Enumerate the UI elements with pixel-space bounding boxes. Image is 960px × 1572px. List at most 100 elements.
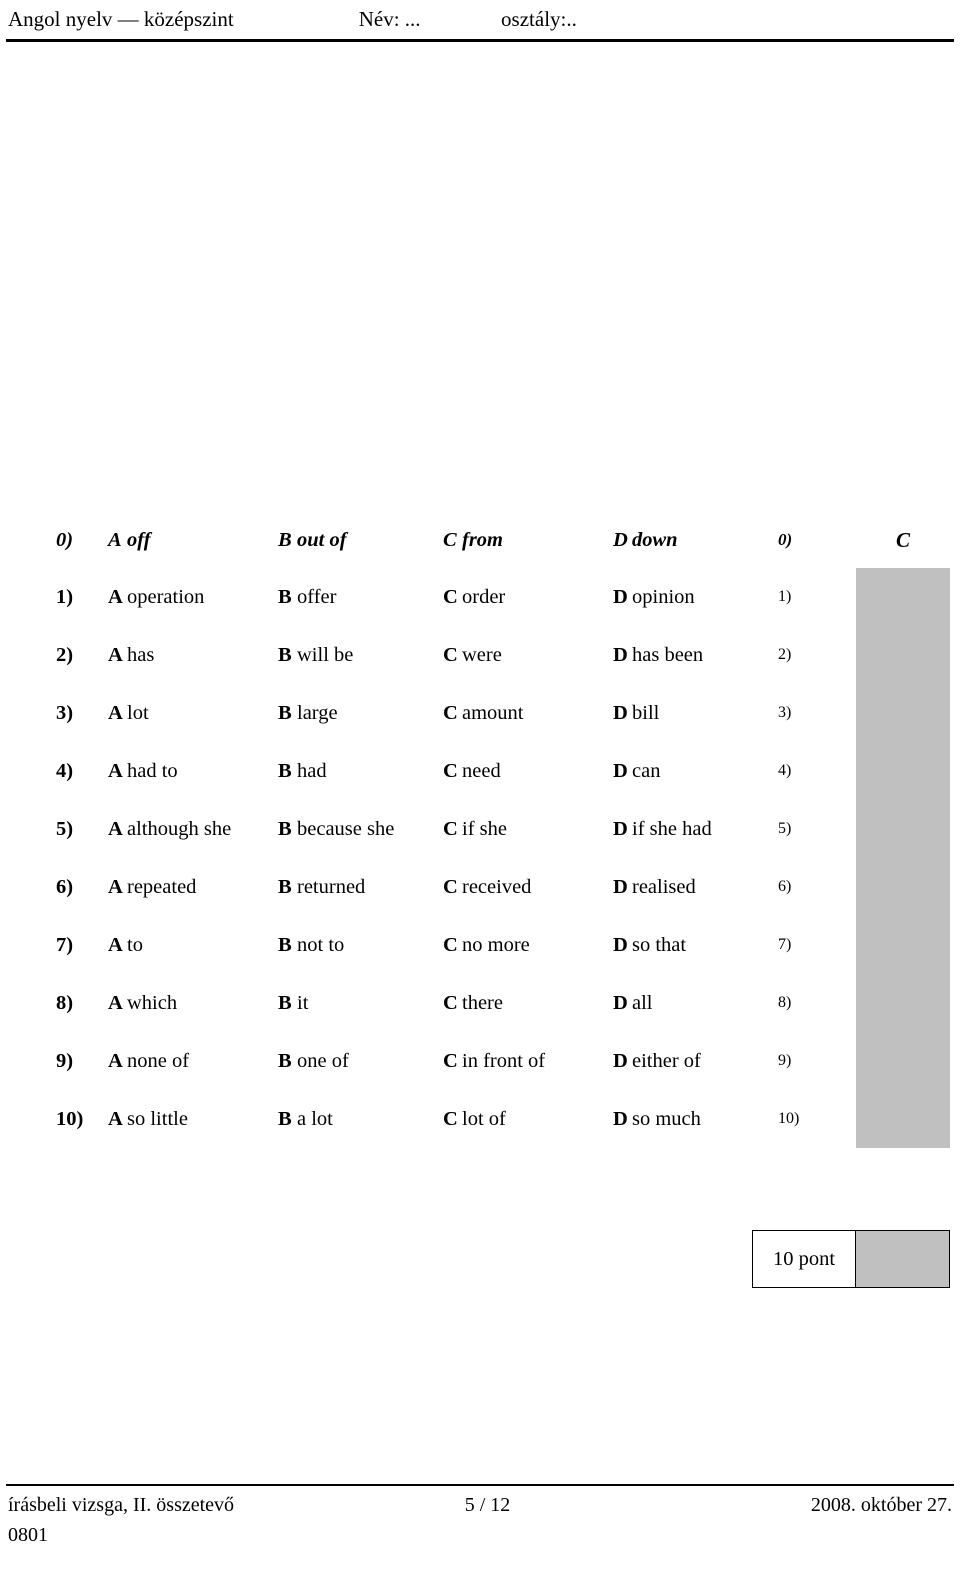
option-c-letter: C xyxy=(443,1049,458,1072)
option-d[interactable]: Dcan xyxy=(613,742,768,800)
option-b[interactable]: Breturned xyxy=(278,858,443,916)
option-b-letter: B xyxy=(278,933,292,956)
option-d-word: so much xyxy=(632,1107,701,1130)
table-row: 10) Aso little Ba lot Clot of Dso much 1… xyxy=(50,1090,950,1148)
header-name-label: Név: ... xyxy=(358,7,421,31)
option-b-letter: B xyxy=(278,643,292,666)
option-c[interactable]: Cif she xyxy=(443,800,613,858)
option-c[interactable]: Creceived xyxy=(443,858,613,916)
option-a[interactable]: Anone of xyxy=(108,1032,278,1090)
option-c[interactable]: Cneed xyxy=(443,742,613,800)
option-b-letter: B xyxy=(278,1049,292,1072)
option-c[interactable]: Cin front of xyxy=(443,1032,613,1090)
option-a[interactable]: Ahad to xyxy=(108,742,278,800)
answer-row-index: 1) xyxy=(768,568,856,626)
option-b[interactable]: Ba lot xyxy=(278,1090,443,1148)
row-number: 9) xyxy=(56,1049,74,1072)
option-c-word: need xyxy=(462,759,501,782)
answer-cell[interactable] xyxy=(856,742,950,800)
option-b[interactable]: Bone of xyxy=(278,1032,443,1090)
option-c[interactable]: Cthere xyxy=(443,974,613,1032)
option-a-word: although she xyxy=(127,818,232,840)
option-a[interactable]: Aalthough she xyxy=(108,800,278,858)
option-b-word: will be xyxy=(297,643,354,666)
option-c-word: from xyxy=(462,528,503,551)
table-row: 1) Aoperation Boffer Corder Dopinion 1) xyxy=(50,568,950,626)
answer-cell[interactable]: C xyxy=(856,512,950,568)
option-d[interactable]: Dso much xyxy=(613,1090,768,1148)
option-a[interactable]: Aso little xyxy=(108,1090,278,1148)
option-b[interactable]: Bhad xyxy=(278,742,443,800)
footer-date: 2008. október 27. xyxy=(810,1494,952,1516)
row-number: 5) xyxy=(56,817,74,840)
option-a[interactable]: Aoperation xyxy=(108,568,278,626)
option-d[interactable]: Dall xyxy=(613,974,768,1032)
table-body: 0) Aoff Bout of Cfrom Ddown 0) C 1) Aope… xyxy=(50,512,950,1148)
option-b-letter: B xyxy=(278,991,292,1014)
answer-row-index: 2) xyxy=(768,626,856,684)
table-row: 8) Awhich Bit Cthere Dall 8) xyxy=(50,974,950,1032)
option-b[interactable]: Bwill be xyxy=(278,626,443,684)
option-d[interactable]: Dhas been xyxy=(613,626,768,684)
option-d[interactable]: Ddown xyxy=(613,512,768,568)
option-d-letter: D xyxy=(613,1107,628,1130)
option-d[interactable]: Deither of xyxy=(613,1032,768,1090)
option-c[interactable]: Clot of xyxy=(443,1090,613,1148)
option-d[interactable]: Dopinion xyxy=(613,568,768,626)
option-b[interactable]: Boffer xyxy=(278,568,443,626)
option-c[interactable]: Corder xyxy=(443,568,613,626)
option-b[interactable]: Blarge xyxy=(278,684,443,742)
table-row: 9) Anone of Bone of Cin front of Deither… xyxy=(50,1032,950,1090)
points-box: 10 pont xyxy=(752,1230,950,1288)
table-row: 5) Aalthough she Bbecause she Cif she Di… xyxy=(50,800,950,858)
option-a-word: to xyxy=(127,933,143,956)
option-a[interactable]: Arepeated xyxy=(108,858,278,916)
option-c[interactable]: Cno more xyxy=(443,916,613,974)
option-d[interactable]: Dbill xyxy=(613,684,768,742)
points-score-cell[interactable] xyxy=(856,1230,950,1288)
option-c[interactable]: Camount xyxy=(443,684,613,742)
option-d[interactable]: Dso that xyxy=(613,916,768,974)
option-d[interactable]: Drealised xyxy=(613,858,768,916)
footer-row: írásbeli vizsga, II. összetevő 5 / 12 20… xyxy=(8,1494,952,1517)
option-b[interactable]: Bit xyxy=(278,974,443,1032)
option-c-letter: C xyxy=(443,585,458,608)
option-c-letter: C xyxy=(443,817,458,840)
option-b-letter: B xyxy=(278,701,292,724)
row-number: 8) xyxy=(56,991,74,1014)
answer-cell[interactable] xyxy=(856,626,950,684)
option-b-word: because she xyxy=(297,817,395,840)
answer-cell[interactable] xyxy=(856,916,950,974)
option-c[interactable]: Cfrom xyxy=(443,512,613,568)
answer-cell[interactable] xyxy=(856,1090,950,1148)
option-c-letter: C xyxy=(443,643,458,666)
option-a-letter: A xyxy=(108,933,123,956)
option-a[interactable]: Awhich xyxy=(108,974,278,1032)
option-a[interactable]: Alot xyxy=(108,684,278,742)
option-b-letter: B xyxy=(278,528,292,551)
option-a-word: which xyxy=(127,991,178,1014)
answer-cell[interactable] xyxy=(856,684,950,742)
option-b-letter: B xyxy=(278,585,292,608)
table-row: 0) Aoff Bout of Cfrom Ddown 0) C xyxy=(50,512,950,568)
option-b[interactable]: Bout of xyxy=(278,512,443,568)
answer-cell[interactable] xyxy=(856,800,950,858)
option-a[interactable]: Ato xyxy=(108,916,278,974)
option-a-word: repeated xyxy=(127,875,197,898)
option-b[interactable]: Bbecause she xyxy=(278,800,443,858)
answer-row-index: 8) xyxy=(768,974,856,1032)
header-class-label: osztály:.. xyxy=(501,7,577,31)
option-a[interactable]: Ahas xyxy=(108,626,278,684)
option-c[interactable]: Cwere xyxy=(443,626,613,684)
option-b-letter: B xyxy=(278,759,292,782)
answer-cell[interactable] xyxy=(856,858,950,916)
row-number: 6) xyxy=(56,875,74,898)
option-b[interactable]: Bnot to xyxy=(278,916,443,974)
option-a[interactable]: Aoff xyxy=(108,512,278,568)
answer-cell[interactable] xyxy=(856,568,950,626)
answer-cell[interactable] xyxy=(856,1032,950,1090)
option-c-letter: C xyxy=(443,701,458,724)
table-row: 2) Ahas Bwill be Cwere Dhas been 2) xyxy=(50,626,950,684)
answer-cell[interactable] xyxy=(856,974,950,1032)
option-d[interactable]: Dif she had xyxy=(613,800,768,858)
